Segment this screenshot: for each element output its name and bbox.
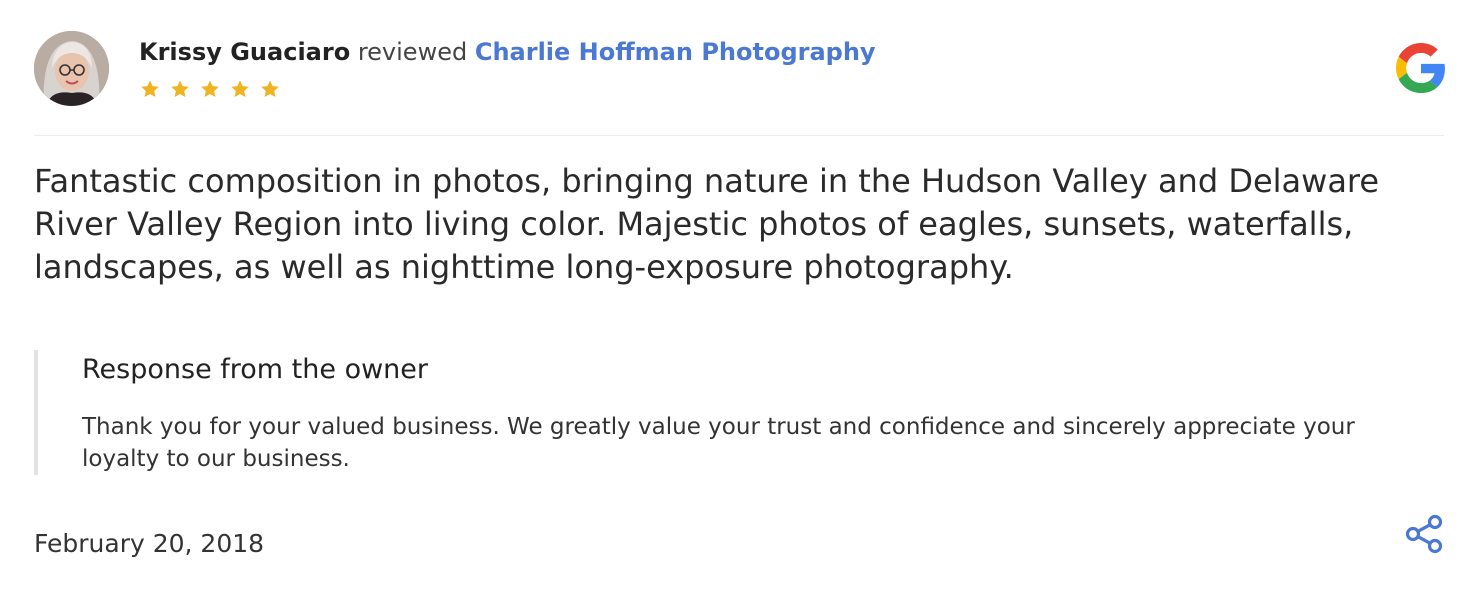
reviewed-label: reviewed [357, 38, 468, 66]
share-icon[interactable] [1404, 513, 1446, 555]
star-icon [231, 80, 249, 97]
review-header: Krissy Guaciaro reviewed Charlie Hoffman… [139, 34, 876, 70]
header-divider [34, 135, 1444, 136]
google-logo-icon [1396, 43, 1446, 93]
reviewer-name[interactable]: Krissy Guaciaro [139, 38, 350, 66]
owner-response-text: Thank you for your valued business. We g… [82, 414, 1355, 472]
star-icon [261, 80, 279, 97]
reviewer-avatar[interactable] [34, 31, 109, 106]
star-icon [201, 80, 219, 97]
star-rating [138, 77, 282, 101]
review-card: Krissy Guaciaro reviewed Charlie Hoffman… [0, 0, 1478, 592]
review-date: February 20, 2018 [34, 529, 265, 558]
star-icon [141, 80, 159, 97]
owner-response: Response from the owner Thank you for yo… [34, 350, 1428, 475]
owner-response-title: Response from the owner [82, 354, 428, 385]
business-name-link[interactable]: Charlie Hoffman Photography [475, 38, 876, 66]
star-icon [171, 80, 189, 97]
review-body-text: Fantastic composition in photos, bringin… [34, 162, 1380, 286]
